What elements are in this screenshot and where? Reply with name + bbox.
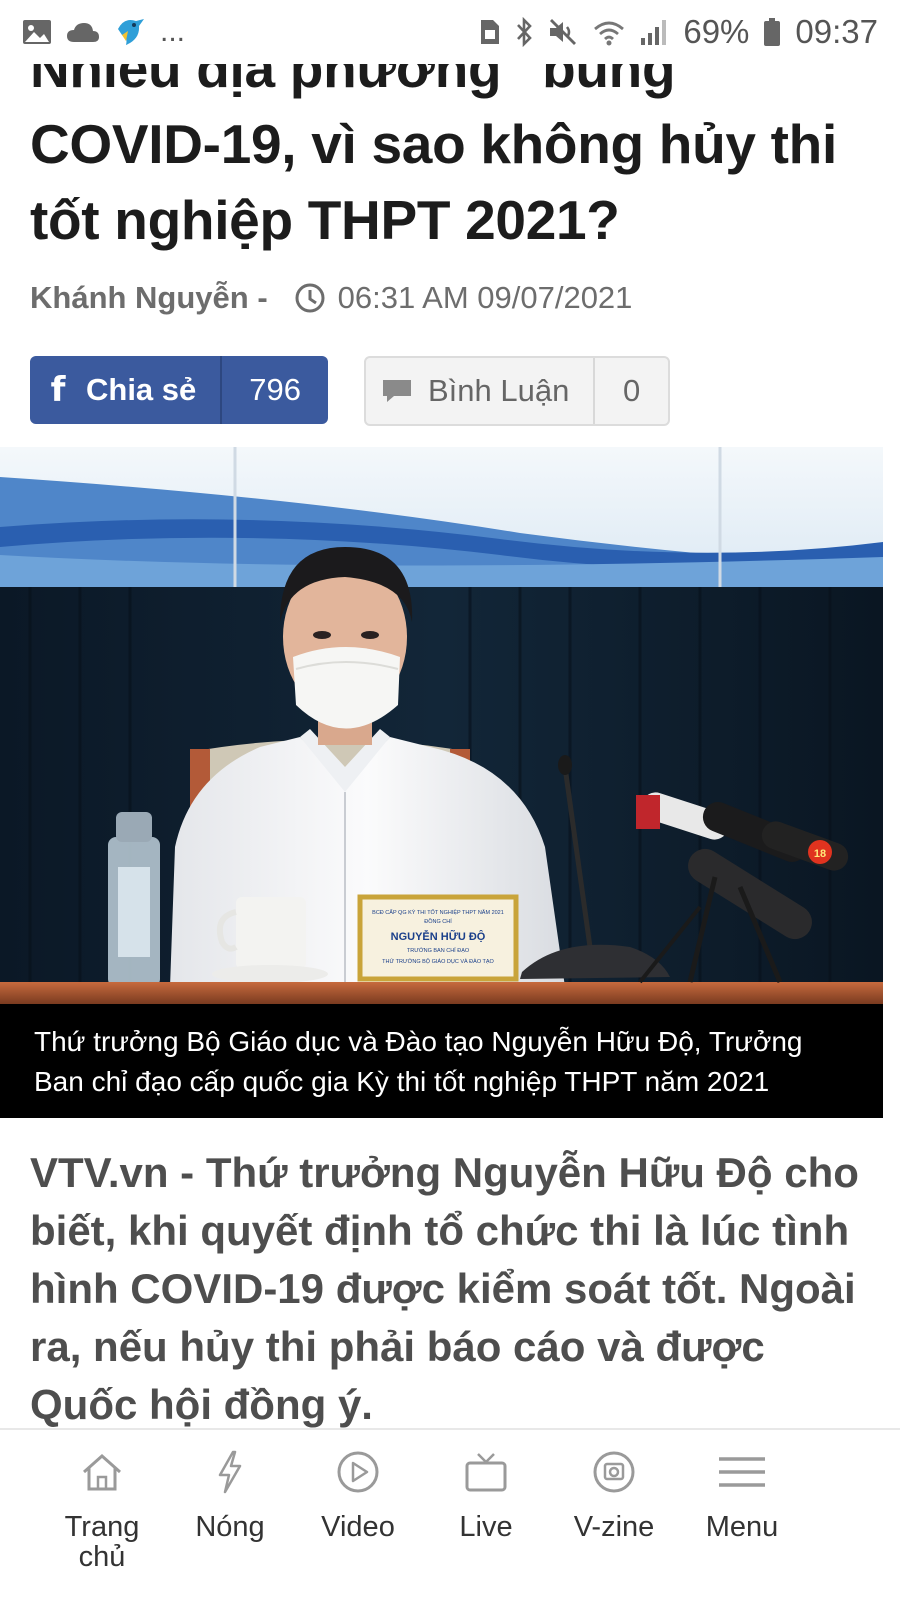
article-actions: f Chia sẻ 796 Bình Luận 0 xyxy=(30,356,670,426)
signal-icon xyxy=(639,18,669,46)
home-icon xyxy=(80,1448,124,1496)
nav-vzine-label: V-zine xyxy=(573,1511,655,1543)
nav-live-label: Live xyxy=(459,1511,513,1543)
nav-hot-label: Nóng xyxy=(195,1511,265,1543)
nav-menu[interactable]: Menu xyxy=(678,1430,806,1600)
bird-app-icon xyxy=(114,15,146,49)
hamburger-icon xyxy=(717,1448,767,1496)
comment-count: 0 xyxy=(623,373,641,408)
sim-icon xyxy=(479,18,501,46)
image-icon xyxy=(22,19,52,45)
share-count: 796 xyxy=(249,372,301,407)
article-headline: Nhiều địa phương "bùng" COVID-19, vì sao… xyxy=(30,37,837,251)
comment-label: Bình Luận xyxy=(428,358,596,424)
tv-icon xyxy=(464,1448,508,1496)
nav-home[interactable]: Trang chủ xyxy=(38,1430,166,1600)
placard-line4: THỨ TRƯỞNG BỘ GIÁO DỤC VÀ ĐÀO TẠO xyxy=(382,958,494,965)
publish-time: 06:31 AM 09/07/2021 xyxy=(337,280,633,315)
mic-badge: 18 xyxy=(814,848,826,860)
nav-home-label: Trang chủ xyxy=(64,1511,140,1573)
article-lead: VTV.vn - Thứ trưởng Nguyễn Hữu Độ cho bi… xyxy=(30,1149,859,1428)
bluetooth-icon xyxy=(515,17,533,47)
battery-percent: 69% xyxy=(683,13,750,50)
photo-scene: BCĐ CẤP QG KỲ THI TỐT NGHIỆP THPT NĂM 20… xyxy=(0,447,883,1004)
mute-icon xyxy=(547,17,579,47)
placard-name: NGUYỄN HỮU ĐỘ xyxy=(391,930,486,943)
lightning-icon xyxy=(215,1448,245,1496)
camera-icon xyxy=(592,1448,636,1496)
placard-line1: BCĐ CẤP QG KỲ THI TỐT NGHIỆP THPT NĂM 20… xyxy=(372,908,504,916)
nav-live[interactable]: Live xyxy=(422,1430,550,1600)
more-notifications: ... xyxy=(160,15,186,48)
clock-icon xyxy=(294,282,326,314)
facebook-icon: f xyxy=(50,370,66,410)
comment-icon xyxy=(366,377,428,405)
nav-video[interactable]: Video xyxy=(294,1430,422,1600)
wifi-icon xyxy=(593,17,625,47)
nav-hot[interactable]: Nóng xyxy=(166,1430,294,1600)
play-icon xyxy=(336,1448,380,1496)
name-placard: BCĐ CẤP QG KỲ THI TỐT NGHIỆP THPT NĂM 20… xyxy=(357,894,519,982)
clock-time: 09:37 xyxy=(795,13,878,50)
nav-menu-label: Menu xyxy=(705,1511,779,1543)
article-photo[interactable]: BCĐ CẤP QG KỲ THI TỐT NGHIỆP THPT NĂM 20… xyxy=(0,447,883,1004)
status-right: 69% 09:37 xyxy=(479,13,878,51)
status-bar: ... 69% 09:37 xyxy=(0,0,900,64)
cloud-icon xyxy=(66,21,100,43)
author-name[interactable]: Khánh Nguyễn - xyxy=(30,280,268,316)
status-left: ... xyxy=(22,15,185,49)
photo-caption: Thứ trưởng Bộ Giáo dục và Đào tạo Nguyễn… xyxy=(0,1004,883,1118)
placard-line2: ĐỒNG CHÍ xyxy=(424,918,452,925)
comment-button[interactable]: Bình Luận 0 xyxy=(364,356,670,426)
bottom-nav: Trang chủ Nóng Video Live V-zine Menu xyxy=(0,1428,900,1600)
facebook-share-button[interactable]: f Chia sẻ 796 xyxy=(30,356,328,424)
nav-vzine[interactable]: V-zine xyxy=(550,1430,678,1600)
battery-icon xyxy=(763,17,781,47)
placard-line3: TRƯỞNG BAN CHỈ ĐẠO xyxy=(407,947,470,954)
nav-video-label: Video xyxy=(321,1511,395,1543)
article-meta: Khánh Nguyễn - 06:31 AM 09/07/2021 xyxy=(30,280,632,316)
share-label: Chia sẻ xyxy=(86,356,223,424)
